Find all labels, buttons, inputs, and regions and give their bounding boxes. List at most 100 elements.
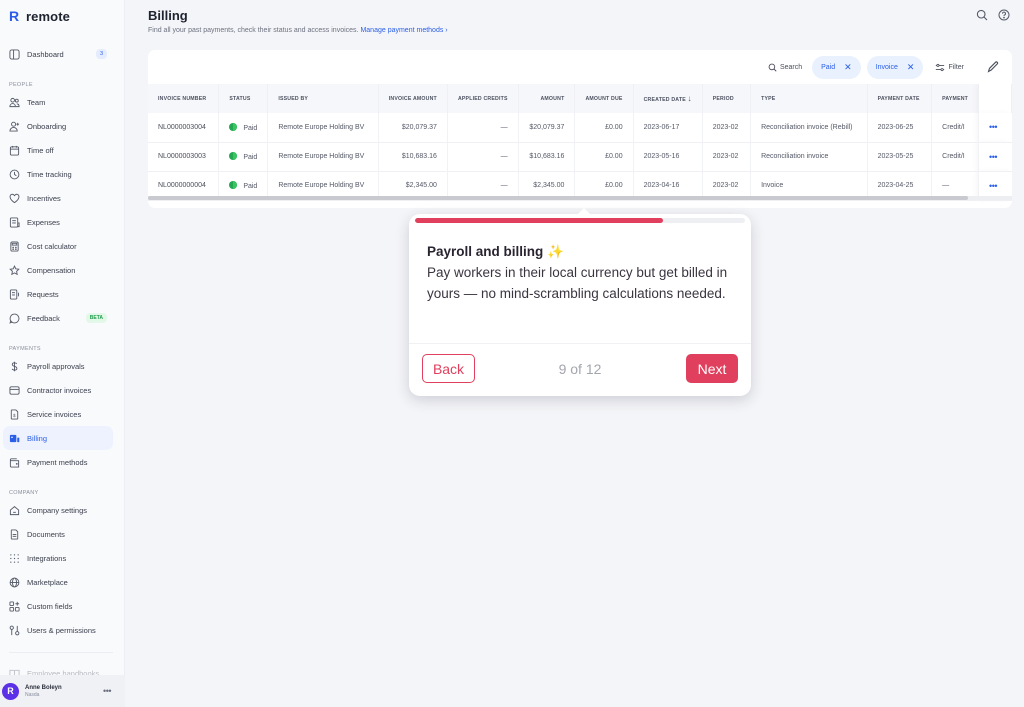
cell-payment: Credit/I: [931, 113, 980, 142]
nav-section-heading: PAYMENTS: [9, 346, 41, 352]
nav-section-heading: COMPANY: [9, 490, 39, 496]
status-badge: Paid: [243, 154, 258, 161]
search-icon[interactable]: [976, 9, 988, 21]
filter-button[interactable]: Filter: [929, 63, 970, 72]
document-icon: [9, 528, 20, 540]
next-button[interactable]: Next: [686, 354, 738, 383]
close-icon[interactable]: ✕: [907, 62, 915, 73]
sidebar-item-time-tracking[interactable]: Time tracking: [3, 162, 113, 186]
sidebar-item-incentives[interactable]: Incentives: [3, 186, 113, 210]
user-card[interactable]: R Anne Boleyn Nasda •••: [0, 675, 125, 707]
col-invoice-number[interactable]: INVOICE NUMBER: [148, 84, 220, 113]
sidebar-item-label: Team: [27, 97, 46, 107]
tour-progress-fill: [415, 218, 663, 223]
sidebar-item-service-invoices[interactable]: $ Service invoices: [3, 402, 113, 426]
col-amount[interactable]: AMOUNT: [518, 84, 576, 113]
close-icon[interactable]: ✕: [844, 62, 852, 73]
col-period[interactable]: PERIOD: [702, 84, 752, 113]
more-options-icon[interactable]: •••: [103, 686, 119, 696]
filter-label: Filter: [948, 63, 964, 71]
sidebar-item-payroll-approvals[interactable]: Payroll approvals: [3, 354, 113, 378]
custom-fields-icon: [9, 600, 20, 612]
edit-columns-icon[interactable]: [986, 60, 1000, 74]
col-created-date[interactable]: CREATED DATE ↓: [633, 84, 703, 113]
sidebar-item-marketplace[interactable]: Marketplace: [3, 570, 113, 594]
cell-period: 2023-02: [702, 113, 752, 142]
sort-arrow-icon[interactable]: ↓: [688, 94, 692, 103]
sidebar-item-feedback[interactable]: Feedback BETA: [3, 306, 113, 330]
tour-description: Pay workers in their local currency but …: [427, 265, 728, 301]
dashboard-icon: [9, 48, 20, 60]
building-icon: [9, 505, 20, 516]
sidebar-item-label: Integrations: [27, 553, 67, 563]
sidebar-item-label: Onboarding: [27, 121, 67, 131]
filter-chip-paid[interactable]: Paid ✕: [812, 55, 861, 79]
sidebar-item-payment-methods[interactable]: Payment methods: [3, 450, 113, 474]
sidebar-item-integrations[interactable]: Integrations: [3, 546, 113, 570]
tour-title: Payroll and billing: [427, 244, 544, 259]
search-label: Search: [779, 63, 803, 71]
search-button[interactable]: Search: [764, 63, 806, 72]
sidebar-item-label: Dashboard: [27, 49, 64, 59]
sidebar-item-compensation[interactable]: Compensation: [3, 258, 113, 282]
col-applied-credits[interactable]: APPLIED CREDITS: [447, 84, 519, 113]
invoice-icon: $: [9, 408, 20, 420]
filter-chip-invoice[interactable]: Invoice ✕: [866, 55, 924, 79]
sidebar-item-label: Company settings: [27, 505, 88, 515]
col-payment[interactable]: PAYMENT: [931, 84, 980, 113]
billing-icon: [9, 433, 20, 444]
sidebar-item-company-settings[interactable]: Company settings: [3, 498, 113, 522]
invoices-card: Search Paid ✕ Invoice ✕ Filter INVOICE N…: [148, 50, 1012, 208]
sidebar-item-dashboard[interactable]: Dashboard 3: [3, 42, 113, 66]
col-payment-date[interactable]: PAYMENT DATE: [867, 84, 933, 113]
search-icon: [768, 63, 777, 72]
sidebar-item-label: Documents: [27, 529, 65, 539]
cell-amount: $10,683.16: [518, 142, 576, 171]
top-icons: [976, 9, 1010, 21]
row-actions-icon[interactable]: •••: [978, 142, 1012, 171]
sidebar-item-team[interactable]: Team: [3, 90, 113, 114]
sidebar-nav: Dashboard 3 PEOPLE Team Onboarding Time off…: [0, 42, 125, 685]
sidebar-item-custom-fields[interactable]: Custom fields: [3, 594, 113, 618]
cell-amount: $20,079.37: [518, 113, 576, 142]
sidebar-item-expenses[interactable]: Expenses: [3, 210, 113, 234]
filter-icon: [936, 63, 945, 71]
col-status[interactable]: STATUS: [218, 84, 269, 113]
sparkle-icon: ✨: [547, 244, 564, 259]
cell-amount-due: £0.00: [574, 142, 634, 171]
clock-icon: [9, 169, 20, 180]
sidebar-item-label: Requests: [27, 289, 59, 299]
table-row[interactable]: NL0000003004 Paid Remote Europe Holding BV…: [148, 113, 1012, 142]
sidebar-item-contractor-invoices[interactable]: Contractor invoices: [3, 378, 113, 402]
col-invoice-amount[interactable]: INVOICE AMOUNT: [378, 84, 448, 113]
help-icon[interactable]: [998, 9, 1010, 21]
wallet-icon: [9, 457, 20, 468]
sidebar-item-documents[interactable]: Documents: [3, 522, 113, 546]
cell-applied-credits: —: [447, 142, 519, 171]
receipt-icon: [9, 216, 20, 228]
sidebar-item-requests[interactable]: Requests: [3, 282, 113, 306]
sidebar-item-onboarding[interactable]: Onboarding: [3, 114, 113, 138]
horizontal-scrollbar[interactable]: [148, 196, 968, 200]
status-paid-icon: [229, 152, 238, 160]
star-icon: [9, 264, 20, 276]
sidebar-item-label: Cost calculator: [27, 241, 77, 251]
status-paid-icon: [229, 122, 238, 131]
col-issued-by[interactable]: ISSUED BY: [267, 84, 379, 113]
cell-amount-due: £0.00: [574, 113, 634, 142]
row-actions-icon[interactable]: •••: [978, 113, 1012, 142]
col-type[interactable]: TYPE: [750, 84, 868, 113]
sidebar-item-cost-calculator[interactable]: Cost calculator: [3, 234, 113, 258]
user-name: Anne Boleyn: [25, 684, 62, 691]
col-amount-due[interactable]: AMOUNT DUE: [574, 84, 634, 113]
table-header-row: INVOICE NUMBER STATUS ISSUED BY INVOICE …: [148, 84, 1012, 113]
sidebar-item-time-off[interactable]: Time off: [3, 138, 113, 162]
tour-progress-bar: [415, 218, 745, 223]
table-row[interactable]: NL0000003003 Paid Remote Europe Holding BV…: [148, 142, 1012, 171]
card-icon: [9, 385, 20, 396]
manage-payment-methods-link[interactable]: Manage payment methods ›: [360, 27, 447, 34]
sidebar-item-billing[interactable]: Billing: [3, 426, 113, 450]
sidebar-item-label: Incentives: [27, 193, 61, 203]
logo[interactable]: R remote: [0, 0, 124, 32]
sidebar-item-users-permissions[interactable]: Users & permissions: [3, 618, 113, 642]
